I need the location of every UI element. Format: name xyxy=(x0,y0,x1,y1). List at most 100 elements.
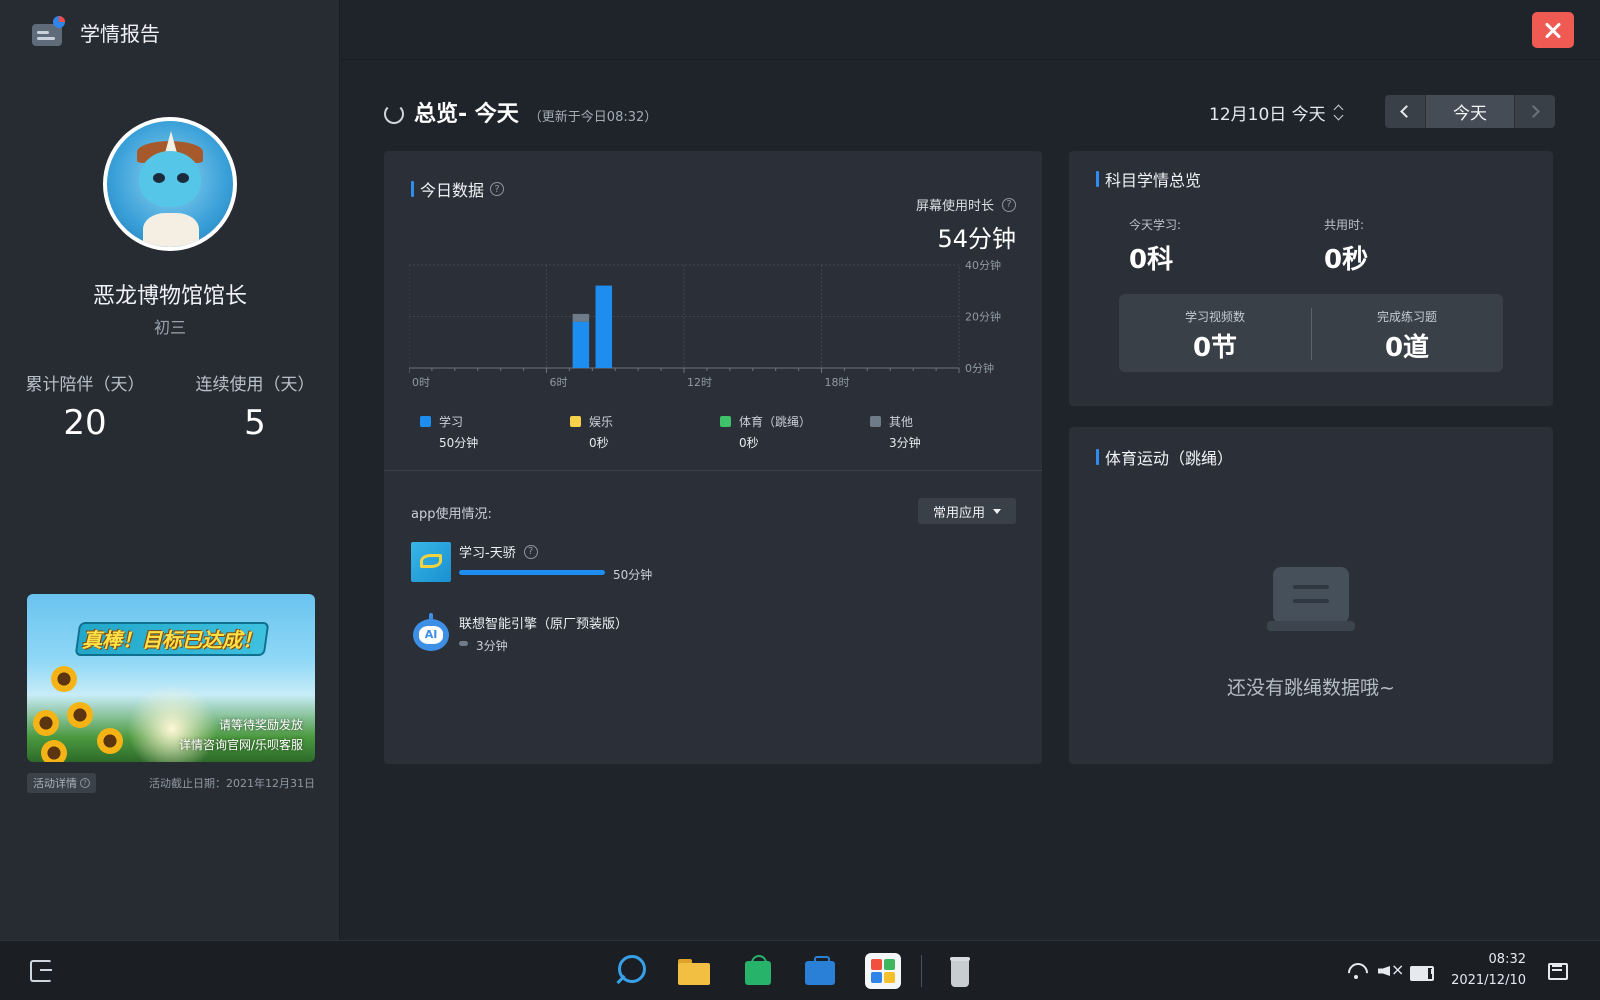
app-usage-row[interactable]: AI 联想智能引擎（原厂预装版） 3分钟 xyxy=(411,613,1011,657)
exit-icon[interactable] xyxy=(30,960,52,982)
legend-item-other: 其他 3分钟 xyxy=(870,413,1020,451)
volume-muted-icon[interactable] xyxy=(1378,960,1404,981)
close-button[interactable] xyxy=(1532,12,1574,48)
legend-swatch xyxy=(720,416,731,427)
chevron-left-icon xyxy=(1400,105,1413,118)
stat-value: 0节 xyxy=(1192,333,1238,363)
header-divider xyxy=(341,59,1600,60)
empty-state-icon xyxy=(1267,561,1355,641)
apps-grid-icon[interactable] xyxy=(865,953,901,989)
card-title-text: 今日数据 xyxy=(420,181,485,200)
card-title-text: 科目学情总览 xyxy=(1105,171,1202,190)
search-icon[interactable] xyxy=(612,953,648,989)
avatar[interactable] xyxy=(103,117,237,251)
battery-charging-icon[interactable] xyxy=(1410,961,1434,981)
chevron-right-icon xyxy=(1527,105,1540,118)
sport-card: 体育运动（跳绳） 还没有跳绳数据哦~ xyxy=(1069,427,1553,764)
help-icon[interactable]: ? xyxy=(490,182,505,196)
date-label: 12月10日 今天 xyxy=(1209,105,1326,125)
x-tick-label: 6时 xyxy=(550,376,568,389)
today-data-card: 今日数据 ? 屏幕使用时长 ? 54分钟 0分钟 20分钟 40分钟 0时 6时 12时 1… xyxy=(384,151,1042,764)
overview-header: 总览- 今天 （更新于今日08:32） xyxy=(384,96,657,128)
exercises-stat: 完成练习题 0道 xyxy=(1311,294,1503,372)
dropdown-label: 常用应用 xyxy=(932,505,985,521)
app-time: 50分钟 xyxy=(613,568,653,582)
next-day-button[interactable] xyxy=(1515,95,1555,128)
legend-swatch xyxy=(570,416,581,427)
tianjiao-app-icon xyxy=(411,542,451,582)
stat-accompany-days: 累计陪伴（天） 20 xyxy=(0,370,170,443)
folder-icon[interactable] xyxy=(676,953,712,989)
card-title-text: 体育运动（跳绳） xyxy=(1105,449,1234,468)
today-study-stat: 今天学习: 0科 xyxy=(1129,216,1181,276)
report-app-icon xyxy=(30,14,66,50)
help-icon[interactable]: ? xyxy=(523,544,538,559)
study-summary-box: 学习视频数 0节 完成练习题 0道 xyxy=(1119,294,1503,372)
notification-icon[interactable] xyxy=(1548,961,1568,981)
stat-consecutive-days: 连续使用（天） 5 xyxy=(170,370,340,443)
today-button[interactable]: 今天 xyxy=(1425,95,1515,128)
chart-frame xyxy=(409,264,960,369)
stat-label: 今天学习: xyxy=(1129,218,1182,232)
promo-headline: 真棒！目标已达成！ xyxy=(82,628,262,652)
promo-deadline: 活动截止日期：2021年12月31日 xyxy=(149,777,315,790)
title-accent-bar xyxy=(1096,449,1099,465)
legend-name: 学习 xyxy=(439,415,464,429)
sidebar: 学情报告 恶龙博物馆馆长 初三 累计陪伴（天） 20 连续使用（天） 5 真棒！… xyxy=(0,0,340,940)
taskbar-clock[interactable]: 08:32 2021/12/10 xyxy=(1446,949,1526,991)
legend-item-study: 学习 50分钟 xyxy=(420,413,570,451)
promo-banner[interactable]: 真棒！目标已达成！ 请等待奖励发放 详情咨询官网/乐呗客服 xyxy=(27,594,315,762)
updated-time: （更新于今日08:32） xyxy=(528,110,658,125)
help-icon: ? xyxy=(80,778,90,788)
toolbox-icon[interactable] xyxy=(802,953,838,989)
day-navigator: 今天 xyxy=(1385,95,1555,128)
x-tick-label: 0时 xyxy=(412,376,430,389)
screen-time-label-text: 屏幕使用时长 xyxy=(915,199,994,214)
stat-value: 5 xyxy=(244,403,266,443)
legend-item-sport: 体育（跳绳） 0秒 xyxy=(720,413,870,451)
bar-other xyxy=(572,313,590,322)
clock-date: 2021/12/10 xyxy=(1451,973,1526,988)
promo-details-label: 活动详情 xyxy=(33,777,77,790)
x-tick-label: 18时 xyxy=(825,376,850,389)
y-tick-label: 20分钟 xyxy=(965,310,1001,324)
caret-down-icon xyxy=(993,508,1001,514)
help-icon[interactable]: ? xyxy=(1002,197,1016,212)
report-window: 学情报告 恶龙博物馆馆长 初三 累计陪伴（天） 20 连续使用（天） 5 真棒！… xyxy=(0,0,1600,1000)
y-tick-label: 0分钟 xyxy=(965,361,994,375)
up-down-chevron-icon xyxy=(1334,104,1344,122)
app-store-icon[interactable] xyxy=(740,953,776,989)
app-usage-label: app使用情况: xyxy=(411,507,492,522)
sport-title: 体育运动（跳绳） xyxy=(1096,445,1233,469)
screen-time-value: 54分钟 xyxy=(937,225,1016,253)
promo-details-button[interactable]: 活动详情 ? xyxy=(27,773,96,793)
x-tick-label: 12时 xyxy=(687,376,712,389)
stat-value: 0科 xyxy=(1129,245,1174,275)
date-picker[interactable]: 12月10日 今天 xyxy=(1209,100,1344,125)
common-apps-dropdown[interactable]: 常用应用 xyxy=(918,498,1016,524)
refresh-icon[interactable] xyxy=(384,104,404,124)
wifi-icon[interactable] xyxy=(1346,961,1366,981)
legend-name: 体育（跳绳） xyxy=(739,415,812,429)
title-accent-bar xyxy=(1096,171,1099,187)
taskbar: 08:32 2021/12/10 xyxy=(0,940,1600,1000)
promo-footer: 活动详情 ? 活动截止日期：2021年12月31日 xyxy=(27,773,315,793)
stat-value: 0秒 xyxy=(1324,245,1369,275)
stat-value: 0道 xyxy=(1384,333,1430,363)
chart-legend: 学习 50分钟 娱乐 0秒 体育（跳绳） 0秒 其他 3分钟 xyxy=(420,413,1020,451)
app-name: 学习-天骄 xyxy=(459,546,516,561)
usage-chart: 0分钟 20分钟 40分钟 0时 6时 12时 18时 xyxy=(409,259,1001,389)
clock-time: 08:32 xyxy=(1488,952,1526,967)
empty-state-text: 还没有跳绳数据哦~ xyxy=(1227,677,1395,699)
app-title: 学情报告 xyxy=(30,12,160,52)
app-usage-row[interactable]: 学习-天骄 ? 50分钟 xyxy=(411,542,1011,586)
stat-label: 完成练习题 xyxy=(1376,310,1437,324)
nickname: 恶龙博物馆馆长 xyxy=(92,284,247,309)
usage-bar xyxy=(459,570,605,575)
bar-study xyxy=(572,321,590,368)
legend-value: 0秒 xyxy=(739,436,759,450)
trash-icon[interactable] xyxy=(942,953,978,989)
previous-day-button[interactable] xyxy=(1385,95,1425,128)
ai-robot-icon: AI xyxy=(411,613,451,653)
window-title: 学情报告 xyxy=(80,21,160,46)
